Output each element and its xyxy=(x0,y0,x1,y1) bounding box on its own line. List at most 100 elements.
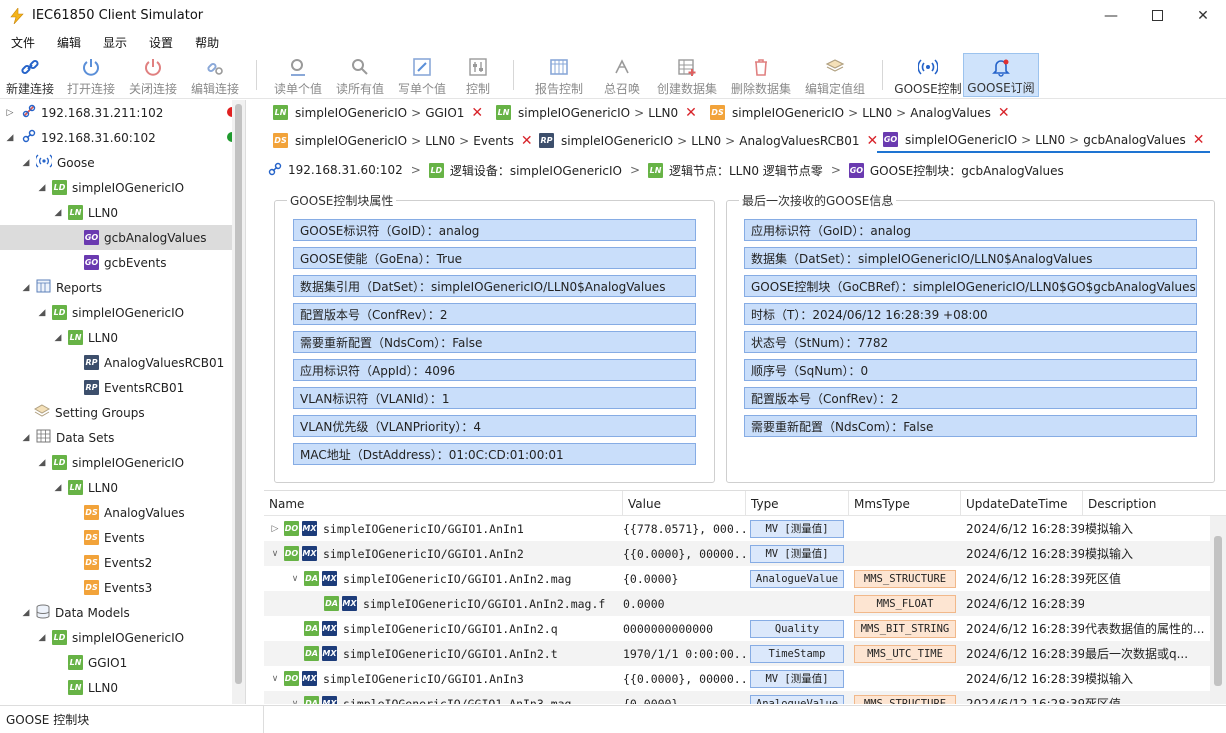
column-type[interactable]: Type xyxy=(746,491,849,516)
delete-dataset-button[interactable]: 删除数据集 xyxy=(724,53,798,97)
read-all-button[interactable]: 读所有值 xyxy=(329,53,391,97)
open-connection-button[interactable]: 打开连接 xyxy=(60,53,122,97)
new-connection-button[interactable]: 新建连接 xyxy=(0,53,60,97)
tree-node-gcb[interactable]: GO gcbAnalogValues xyxy=(0,225,245,250)
tree-node-ds[interactable]: DS Events xyxy=(0,525,245,550)
menu-view[interactable]: 显示 xyxy=(92,34,138,51)
column-name[interactable]: Name xyxy=(264,491,623,516)
table-row[interactable]: DA MX simpleIOGenericIO/GGIO1.AnIn2.mag.f 0… xyxy=(264,591,1210,616)
tab-dataset-analog[interactable]: DS simpleIOGenericIO > LLN0 > AnalogValues ✕ xyxy=(704,100,1016,125)
chevron-down-icon[interactable]: ◢ xyxy=(52,333,64,343)
column-updatedatetime[interactable]: UpdateDateTime xyxy=(961,491,1083,516)
general-interrogation-button[interactable]: 总召唤 xyxy=(594,53,650,97)
tree-node-gcb[interactable]: GO gcbEvents xyxy=(0,250,245,275)
menu-edit[interactable]: 编辑 xyxy=(46,34,92,51)
breadcrumb-server[interactable]: 192.168.31.60:102 xyxy=(268,162,403,179)
chevron-right-icon[interactable]: ▷ xyxy=(4,108,16,118)
column-description[interactable]: Description xyxy=(1083,491,1210,516)
create-dataset-button[interactable]: 创建数据集 xyxy=(650,53,724,97)
tree-node-rcb[interactable]: RP EventsRCB01 xyxy=(0,375,245,400)
table-row[interactable]: ▷ DO MX simpleIOGenericIO/GGIO1.AnIn1 {{778.… xyxy=(264,516,1210,541)
tab-lln0[interactable]: LN simpleIOGenericIO > LLN0 ✕ xyxy=(490,100,703,125)
write-single-button[interactable]: 写单个值 xyxy=(391,53,453,97)
tree-node-ld[interactable]: ◢ LD simpleIOGenericIO xyxy=(0,625,245,650)
close-tab-icon[interactable]: ✕ xyxy=(685,105,697,121)
table-row[interactable]: DA MX simpleIOGenericIO/GGIO1.AnIn2.q 00000… xyxy=(264,616,1210,641)
chevron-down-icon[interactable]: ◢ xyxy=(20,433,32,443)
tree-node-ds[interactable]: DS Events2 xyxy=(0,550,245,575)
tree-node-ln[interactable]: LN LLN0 xyxy=(0,675,245,700)
breadcrumb-ln[interactable]: LN 逻辑节点：LLN0 逻辑节点零 xyxy=(648,162,823,179)
tree-node-ld[interactable]: ◢ LD simpleIOGenericIO xyxy=(0,450,245,475)
chevron-down-icon[interactable]: ∨ xyxy=(290,699,300,705)
tree-node-ln[interactable]: ◢ LN LLN0 xyxy=(0,475,245,500)
breadcrumb-ld[interactable]: LD 逻辑设备：simpleIOGenericIO xyxy=(428,162,622,179)
tab-gcb-analog[interactable]: GO simpleIOGenericIO > LLN0 > gcbAnalogValue… xyxy=(877,128,1211,153)
table-row[interactable]: ∨ DA MX simpleIOGenericIO/GGIO1.AnIn2.mag {0… xyxy=(264,566,1210,591)
table-row[interactable]: ∨ DO MX simpleIOGenericIO/GGIO1.AnIn3 {{0.00… xyxy=(264,666,1210,691)
menu-help[interactable]: 帮助 xyxy=(184,34,230,51)
chevron-down-icon[interactable]: ◢ xyxy=(36,458,48,468)
edit-connection-button[interactable]: 编辑连接 xyxy=(184,53,246,97)
tree-node-reports[interactable]: ◢ Reports xyxy=(0,275,245,300)
tree-scrollbar[interactable] xyxy=(232,100,245,704)
table-row[interactable]: DA MX simpleIOGenericIO/GGIO1.AnIn2.t 1970/… xyxy=(264,641,1210,666)
chevron-down-icon[interactable]: ∨ xyxy=(270,674,280,684)
chevron-down-icon[interactable]: ◢ xyxy=(20,283,32,293)
tree-node-ds[interactable]: DS Events3 xyxy=(0,575,245,600)
menu-settings[interactable]: 设置 xyxy=(138,34,184,51)
tree-node-ld[interactable]: ◢ LD simpleIOGenericIO xyxy=(0,175,245,200)
menu-file[interactable]: 文件 xyxy=(0,34,46,51)
goose-subscribe-button[interactable]: GOOSE订阅 xyxy=(963,53,1039,97)
tree-node-data-models[interactable]: ◢ Data Models xyxy=(0,600,245,625)
toolbar: 新建连接 打开连接 关闭连接 编辑连接 读单个值 读所有值 写单个值 控制 报告… xyxy=(0,53,1226,99)
table-row[interactable]: ∨ DO MX simpleIOGenericIO/GGIO1.AnIn2 {{0.00… xyxy=(264,541,1210,566)
breadcrumb-gcb[interactable]: GO GOOSE控制块：gcbAnalogValues xyxy=(848,162,1064,179)
edit-setting-group-button[interactable]: 编辑定值组 xyxy=(798,53,872,97)
column-mmstype[interactable]: MmsType xyxy=(849,491,961,516)
table-row[interactable]: ∨ DA MX simpleIOGenericIO/GGIO1.AnIn3.mag {0… xyxy=(264,691,1210,704)
tab-rcb[interactable]: RP simpleIOGenericIO > LLN0 > AnalogValuesRC… xyxy=(533,128,884,153)
tree-node-ld[interactable]: ◢ LD simpleIOGenericIO xyxy=(0,300,245,325)
goose-control-button[interactable]: GOOSE控制 xyxy=(893,53,963,97)
report-control-button[interactable]: 报告控制 xyxy=(524,53,594,97)
tree-node-data-sets[interactable]: ◢ Data Sets xyxy=(0,425,245,450)
grid-scrollbar[interactable] xyxy=(1210,516,1226,704)
chevron-down-icon[interactable]: ◢ xyxy=(20,158,32,168)
tree-node-ds[interactable]: DS AnalogValues xyxy=(0,500,245,525)
chevron-down-icon[interactable]: ◢ xyxy=(4,133,16,143)
tree-node-ln[interactable]: LN GGIO1 xyxy=(0,650,245,675)
chevron-down-icon[interactable]: ◢ xyxy=(52,483,64,493)
chevron-down-icon[interactable]: ◢ xyxy=(36,308,48,318)
maximize-button[interactable] xyxy=(1134,0,1180,31)
chevron-right-icon[interactable]: ▷ xyxy=(270,524,280,534)
close-button[interactable]: ✕ xyxy=(1180,0,1226,31)
column-value[interactable]: Value xyxy=(623,491,746,516)
tab-dataset-events[interactable]: DS simpleIOGenericIO > LLN0 > Events ✕ xyxy=(267,128,539,153)
tree-node-ln[interactable]: ◢ LN LLN0 xyxy=(0,325,245,350)
tree-node-ln[interactable]: ◢ LN LLN0 xyxy=(0,200,245,225)
chevron-down-icon[interactable]: ∨ xyxy=(270,549,280,559)
tree-node-goose[interactable]: ◢ Goose xyxy=(0,150,245,175)
chevron-down-icon[interactable]: ∨ xyxy=(290,574,300,584)
tree-node-server[interactable]: ◢ 192.168.31.60:102 xyxy=(0,125,245,150)
chevron-down-icon[interactable]: ◢ xyxy=(52,208,64,218)
close-tab-icon[interactable]: ✕ xyxy=(998,105,1010,121)
chevron-down-icon[interactable]: ◢ xyxy=(20,608,32,618)
chevron-down-icon[interactable]: ◢ xyxy=(36,183,48,193)
read-single-button[interactable]: 读单个值 xyxy=(267,53,329,97)
close-connection-button[interactable]: 关闭连接 xyxy=(122,53,184,97)
tree-node-rcb[interactable]: RP AnalogValuesRCB01 xyxy=(0,350,245,375)
scrollbar-thumb[interactable] xyxy=(1214,536,1222,686)
minimize-button[interactable]: — xyxy=(1088,0,1134,31)
tab-ggio1[interactable]: LN simpleIOGenericIO > GGIO1 ✕ xyxy=(267,100,489,125)
close-tab-icon[interactable]: ✕ xyxy=(1193,132,1205,148)
close-tab-icon[interactable]: ✕ xyxy=(471,105,483,121)
close-tab-icon[interactable]: ✕ xyxy=(521,133,533,149)
scrollbar-thumb[interactable] xyxy=(235,104,242,684)
chevron-down-icon[interactable]: ◢ xyxy=(36,633,48,643)
control-button[interactable]: 控制 xyxy=(453,53,503,97)
info-timestamp: 时标（T）：2024/06/12 16:28:39 +08:00 xyxy=(744,303,1197,325)
tree-node-server[interactable]: ▷ 192.168.31.211:102 xyxy=(0,100,245,125)
tree-node-setting-groups[interactable]: Setting Groups xyxy=(0,400,245,425)
